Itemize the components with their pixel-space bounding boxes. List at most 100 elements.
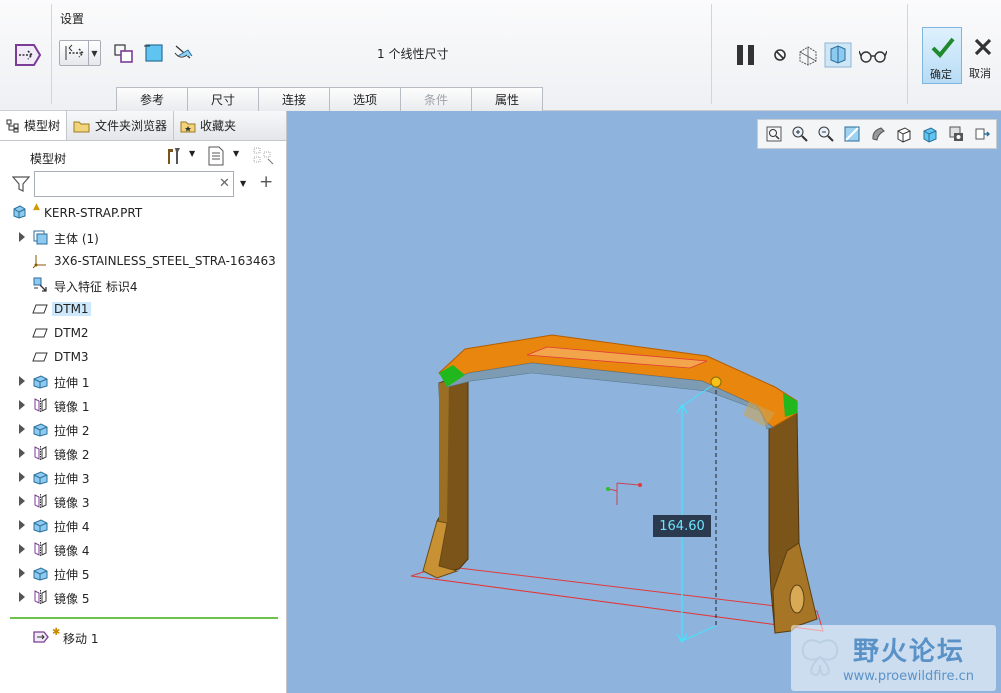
annotation-display-icon[interactable]	[970, 123, 993, 145]
zoom-out-icon[interactable]	[814, 123, 837, 145]
warning-icon: ▲	[33, 202, 40, 212]
expand-arrow-icon[interactable]	[19, 472, 25, 482]
forum-watermark: 野火论坛 www.proewildfire.cn	[791, 625, 996, 691]
tree-item[interactable]: ▲ KERR-STRAP.PRT	[0, 201, 286, 225]
expand-arrow-icon[interactable]	[19, 496, 25, 506]
view-manager-icon[interactable]	[918, 123, 941, 145]
mirror-icon	[32, 397, 49, 413]
tab-options[interactable]: 选项	[329, 87, 401, 111]
no-preview-icon[interactable]	[772, 47, 788, 63]
tree-item[interactable]: 拉伸 1	[0, 369, 286, 393]
tree-item[interactable]: 导入特征 标识4	[0, 273, 286, 297]
tab-connections[interactable]: 连接	[258, 87, 330, 111]
tree-item[interactable]: 镜像 3	[0, 489, 286, 513]
confirm-button[interactable]: 确定	[922, 27, 962, 84]
tree-item[interactable]: DTM3	[0, 345, 286, 369]
repaint-icon[interactable]	[840, 123, 863, 145]
dimension-value-label[interactable]: 164.60	[653, 515, 711, 537]
tree-columns-icon[interactable]	[253, 146, 275, 166]
tab-references[interactable]: 参考	[116, 87, 188, 111]
datum-display-icon[interactable]	[944, 123, 967, 145]
datum-plane-icon	[32, 325, 49, 341]
floor-sketch-outline	[410, 565, 824, 632]
tree-item[interactable]: 镜像 5	[0, 585, 286, 609]
tree-item[interactable]: DTM2	[0, 321, 286, 345]
expand-arrow-icon[interactable]	[19, 232, 25, 242]
expand-arrow-icon[interactable]	[19, 424, 25, 434]
settings-group-label: 设置	[60, 12, 85, 26]
filter-icon[interactable]	[12, 176, 30, 192]
saved-orientations-icon[interactable]	[892, 123, 915, 145]
tree-item[interactable]: 主体 (1)	[0, 225, 286, 249]
drag-handle[interactable]	[710, 376, 722, 388]
expand-arrow-icon[interactable]	[19, 448, 25, 458]
chevron-down-icon[interactable]: ▼	[240, 179, 246, 188]
verify-preview-icon[interactable]	[824, 42, 852, 68]
tree-item-label: 3X6-STAINLESS_STEEL_STRA-163463	[54, 254, 276, 268]
tab-folder-browser[interactable]: 文件夹浏览器	[67, 111, 175, 140]
tree-item[interactable]: 拉伸 5	[0, 561, 286, 585]
tree-item[interactable]: 镜像 2	[0, 441, 286, 465]
surface-icon[interactable]	[142, 42, 166, 64]
wireframe-preview-icon[interactable]	[796, 44, 820, 66]
expand-arrow-icon[interactable]	[19, 400, 25, 410]
model-tree-search-input[interactable]	[34, 171, 234, 197]
rotate-axis-icon[interactable]	[172, 42, 196, 64]
chevron-down-icon[interactable]: ▼	[233, 149, 239, 158]
tree-settings-tools-icon[interactable]	[164, 146, 184, 166]
insert-here-indicator[interactable]	[10, 617, 278, 619]
cancel-label: 取消	[969, 67, 991, 80]
expand-arrow-icon[interactable]	[19, 520, 25, 530]
tree-item[interactable]: DTM1	[0, 297, 286, 321]
pause-icon[interactable]	[734, 43, 758, 67]
extrude-icon	[32, 373, 49, 389]
chevron-down-icon: ▼	[88, 41, 100, 65]
watermark-title: 野火论坛	[853, 637, 966, 667]
tree-item-label: KERR-STRAP.PRT	[44, 206, 143, 220]
move-feature-icon	[15, 44, 42, 66]
tree-item-label: 拉伸 3	[54, 472, 90, 486]
refit-icon[interactable]	[762, 123, 785, 145]
zoom-in-icon[interactable]	[788, 123, 811, 145]
tree-item[interactable]: 拉伸 2	[0, 417, 286, 441]
show-options-icon[interactable]	[207, 146, 225, 166]
tab-conditions: 条件	[400, 87, 472, 111]
tab-favorites[interactable]: 收藏夹	[174, 111, 242, 140]
model-graphics[interactable]	[287, 111, 1001, 693]
tab-model-tree[interactable]: 模型树	[0, 111, 68, 140]
tree-item[interactable]: 拉伸 4	[0, 513, 286, 537]
body-icon	[32, 229, 49, 245]
tree-item[interactable]: 3X6-STAINLESS_STEEL_STRA-163463	[0, 249, 286, 273]
tree-item[interactable]: 拉伸 3	[0, 465, 286, 489]
floor-sketch-diagonal	[410, 575, 824, 632]
tab-properties[interactable]: 属性	[471, 87, 543, 111]
tree-item-label: 镜像 1	[54, 400, 90, 414]
chevron-down-icon[interactable]: ▼	[189, 149, 195, 158]
active-feature-row[interactable]: ✱ 移动 1	[0, 625, 286, 649]
tree-item-label: 拉伸 2	[54, 424, 90, 438]
tab-dimensions[interactable]: 尺寸	[187, 87, 259, 111]
tree-item-label: 拉伸 5	[54, 568, 90, 582]
expand-arrow-icon[interactable]	[19, 376, 25, 386]
tree-item[interactable]: 镜像 1	[0, 393, 286, 417]
tree-item[interactable]: 镜像 4	[0, 537, 286, 561]
glasses-icon[interactable]	[859, 48, 887, 64]
translate-icon	[65, 44, 84, 60]
copy-move-icon[interactable]	[112, 42, 136, 64]
extrude-icon	[32, 469, 49, 485]
add-filter-icon[interactable]: +	[259, 172, 273, 192]
expand-arrow-icon[interactable]	[19, 568, 25, 578]
expand-arrow-icon[interactable]	[19, 544, 25, 554]
display-style-icon[interactable]	[866, 123, 889, 145]
clear-filter-icon[interactable]: ✕	[219, 176, 230, 191]
extrude-icon	[32, 565, 49, 581]
model-tree-header: 模型树 ▼ ▼	[0, 141, 286, 169]
cancel-button[interactable]: 取消	[965, 27, 1001, 84]
motion-type-dropdown[interactable]: ▼	[59, 40, 101, 66]
tab-folder-browser-label: 文件夹浏览器	[95, 119, 168, 133]
navigator-tabs: 模型树 文件夹浏览器 收藏夹	[0, 111, 286, 141]
graphics-viewport[interactable]: 164.60 野火论坛 www.proewildfire.cn	[287, 111, 1001, 693]
expand-arrow-icon[interactable]	[19, 592, 25, 602]
dashboard-tabs: 参考 尺寸 连接 选项 条件 属性	[116, 87, 543, 111]
tab-favorites-label: 收藏夹	[200, 119, 237, 133]
